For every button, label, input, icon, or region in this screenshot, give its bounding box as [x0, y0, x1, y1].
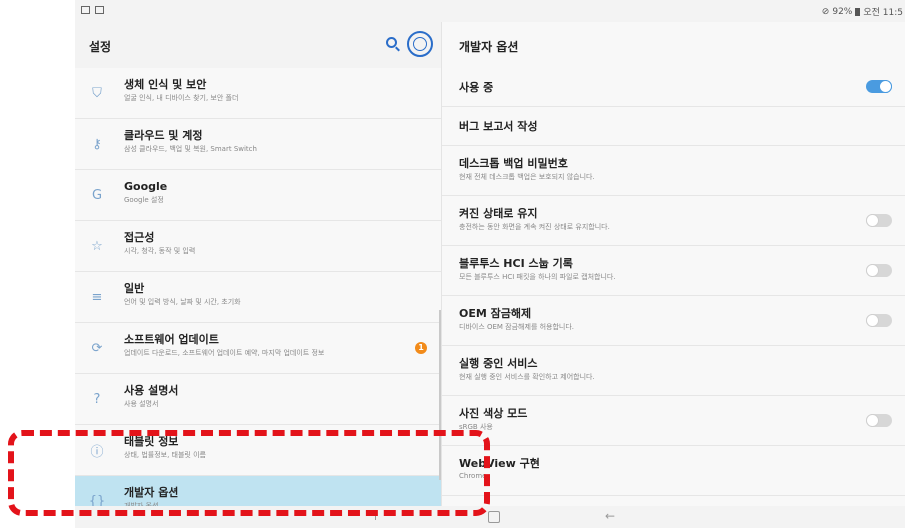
settings-item-6[interactable]: ? 사용 설명서 사용 설명서	[75, 374, 441, 425]
item-subtitle: 언어 및 입력 방식, 날짜 및 시간, 초기화	[124, 298, 241, 306]
recent-apps-button[interactable]	[375, 511, 384, 520]
settings-item-3[interactable]: ☆ 접근성시각, 청각, 동작 및 입력	[75, 221, 441, 272]
screenshot-notification-icon	[95, 6, 104, 14]
option-title: 데스크톱 백업 비밀번호	[459, 157, 568, 170]
developer-option-5[interactable]: OEM 잠금해제디바이스 OEM 잠금해제를 허용합니다.	[442, 296, 905, 346]
settings-item-7[interactable]: ⓘ 태블릿 정보상태, 법률정보, 태블릿 이름	[75, 425, 441, 476]
settings-list: ⛉ 생체 인식 및 보안얼굴 인식, 내 디바이스 찾기, 보안 폴더 ⚷ 클라우드 …	[75, 68, 441, 526]
item-subtitle: 사용 설명서	[124, 400, 159, 408]
settings-item-5[interactable]: ⟳ 소프트웨어 업데이트업데이트 다운로드, 소프트웨어 업데이트 예약, 마지막…	[75, 323, 441, 374]
status-bar: ⊘ 92% 오전 11:5	[75, 0, 905, 22]
accessibility-icon: ☆	[91, 238, 103, 254]
panel-title: 개발자 옵션	[459, 40, 519, 54]
item-subtitle: 상태, 법률정보, 태블릿 이름	[124, 451, 206, 459]
option-title: 버그 보고서 작성	[459, 120, 538, 133]
update-icon: ⟳	[91, 340, 103, 356]
option-subtitle: 현재 전체 데스크톱 백업은 보호되지 않습니다.	[459, 173, 595, 181]
option-title: 켜진 상태로 유지	[459, 207, 538, 220]
option-subtitle: 충전하는 동안 화면을 계속 켜진 상태로 유지합니다.	[459, 223, 610, 231]
info-icon: ⓘ	[90, 444, 104, 460]
item-title: 생체 인식 및 보안	[124, 78, 207, 91]
option-title: 사용 중	[459, 81, 494, 94]
clock: 오전 11:5	[863, 8, 903, 18]
settings-list-panel: 설정 ⛉ 생체 인식 및 보안얼굴 인식, 내 디바이스 찾기, 보안 폴더 ⚷ 클라…	[75, 22, 441, 526]
option-subtitle: 현재 실행 중인 서비스를 확인하고 제어합니다.	[459, 373, 595, 381]
option-title: 사진 색상 모드	[459, 407, 528, 420]
item-subtitle: Google 설정	[124, 196, 164, 204]
update-badge: 1	[415, 342, 427, 354]
item-subtitle: 시각, 청각, 동작 및 입력	[124, 247, 196, 255]
tablet-screen: ⊘ 92% 오전 11:5 설정 ⛉ 생체 인식 및 보안얼굴 인식, 내 디바이…	[75, 0, 905, 528]
navigation-bar: ←	[75, 506, 905, 528]
developer-option-4[interactable]: 블루투스 HCI 스눕 기록모든 블루투스 HCI 패킷을 하나의 파일로 캡처…	[442, 246, 905, 296]
option-title: 블루투스 HCI 스눕 기록	[459, 257, 573, 270]
alarm-icon: ⊘	[821, 6, 830, 17]
developer-option-0[interactable]: 사용 중	[442, 68, 905, 107]
developer-options-header: 개발자 옵션	[442, 22, 905, 68]
item-title: 일반	[124, 282, 145, 295]
item-title: 접근성	[124, 231, 155, 244]
settings-item-0[interactable]: ⛉ 생체 인식 및 보안얼굴 인식, 내 디바이스 찾기, 보안 폴더	[75, 68, 441, 119]
settings-item-4[interactable]: ≡ 일반언어 및 입력 방식, 날짜 및 시간, 초기화	[75, 272, 441, 323]
option-toggle[interactable]	[866, 214, 892, 227]
option-toggle[interactable]	[866, 264, 892, 277]
option-subtitle: Chrome	[459, 472, 487, 480]
manual-icon: ?	[93, 391, 101, 407]
developer-options-panel: 개발자 옵션 사용 중버그 보고서 작성데스크톱 백업 비밀번호현재 전체 데스…	[441, 22, 905, 506]
developer-option-3[interactable]: 켜진 상태로 유지충전하는 동안 화면을 계속 켜진 상태로 유지합니다.	[442, 196, 905, 246]
home-button[interactable]	[488, 511, 500, 523]
item-subtitle: 삼성 클라우드, 백업 및 복원, Smart Switch	[124, 145, 257, 153]
item-subtitle: 얼굴 인식, 내 디바이스 찾기, 보안 폴더	[124, 94, 239, 102]
search-icon[interactable]	[386, 37, 397, 48]
item-title: 개발자 옵션	[124, 486, 179, 499]
option-toggle[interactable]	[866, 314, 892, 327]
back-button[interactable]: ←	[605, 509, 615, 523]
gallery-notification-icon	[81, 6, 90, 14]
option-subtitle: 모든 블루투스 HCI 패킷을 하나의 파일로 캡처합니다.	[459, 273, 616, 281]
option-subtitle: 디바이스 OEM 잠금해제를 허용합니다.	[459, 323, 575, 331]
item-title: Google	[124, 180, 168, 193]
sliders-icon: ≡	[91, 289, 103, 305]
item-title: 클라우드 및 계정	[124, 129, 203, 142]
account-icon[interactable]	[407, 31, 433, 57]
developer-option-8[interactable]: WebView 구현 Chrome	[442, 446, 905, 496]
settings-item-1[interactable]: ⚷ 클라우드 및 계정삼성 클라우드, 백업 및 복원, Smart Switch	[75, 119, 441, 170]
developer-option-7[interactable]: 사진 색상 모드 sRGB 사용	[442, 396, 905, 446]
item-subtitle: 업데이트 다운로드, 소프트웨어 업데이트 예약, 마지막 업데이트 정보	[124, 349, 325, 357]
item-title: 태블릿 정보	[124, 435, 179, 448]
google-icon: G	[91, 187, 103, 203]
developer-options-list: 사용 중버그 보고서 작성데스크톱 백업 비밀번호현재 전체 데스크톱 백업은 …	[442, 68, 905, 496]
option-title: OEM 잠금해제	[459, 307, 532, 320]
item-title: 소프트웨어 업데이트	[124, 333, 219, 346]
battery-level: 92%	[832, 6, 853, 17]
option-title: WebView 구현	[459, 457, 540, 470]
settings-header: 설정	[75, 22, 441, 68]
option-title: 실행 중인 서비스	[459, 357, 538, 370]
developer-option-1[interactable]: 버그 보고서 작성	[442, 107, 905, 146]
developer-option-2[interactable]: 데스크톱 백업 비밀번호현재 전체 데스크톱 백업은 보호되지 않습니다.	[442, 146, 905, 196]
battery-icon	[855, 7, 861, 16]
key-icon: ⚷	[92, 136, 102, 152]
page-title: 설정	[89, 40, 112, 54]
option-subtitle: sRGB 사용	[459, 423, 493, 431]
option-toggle[interactable]	[866, 80, 892, 93]
developer-option-6[interactable]: 실행 중인 서비스현재 실행 중인 서비스를 확인하고 제어합니다.	[442, 346, 905, 396]
item-title: 사용 설명서	[124, 384, 179, 397]
settings-item-2[interactable]: G Google Google 설정	[75, 170, 441, 221]
option-toggle[interactable]	[866, 414, 892, 427]
shield-icon: ⛉	[92, 85, 102, 101]
